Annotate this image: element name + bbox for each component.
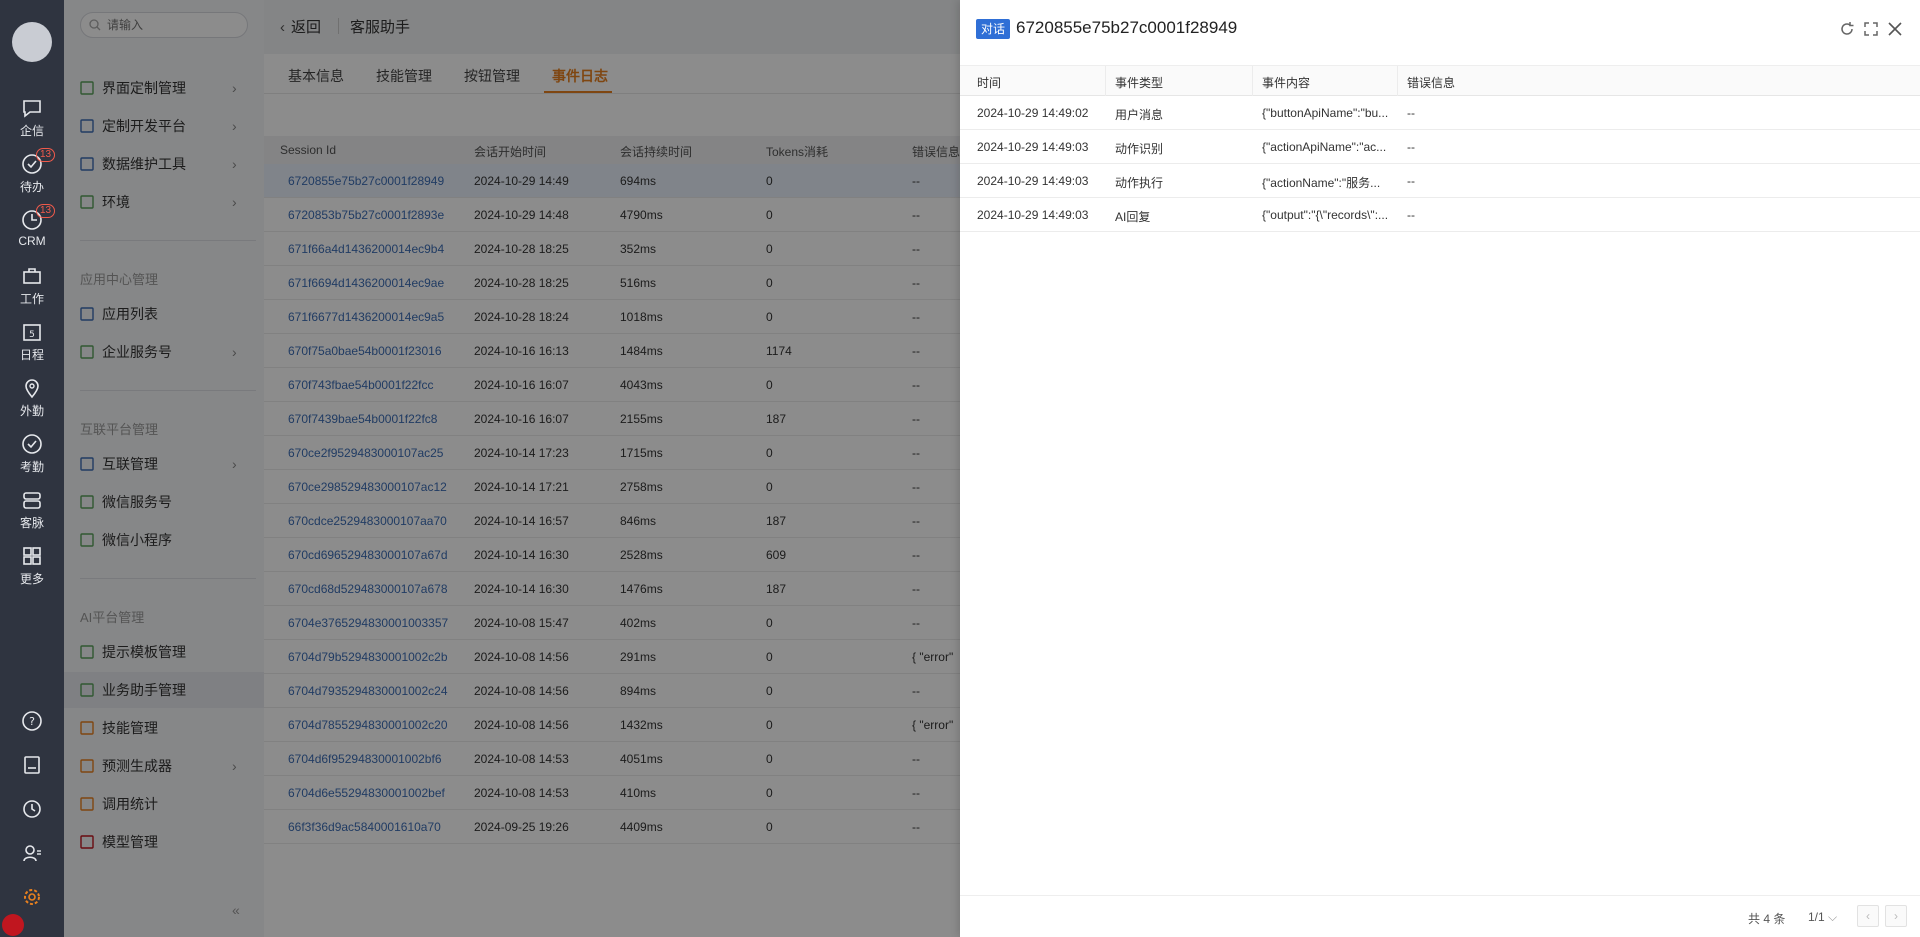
event-row[interactable]: 2024-10-29 14:49:03 AI回复 {"output":"{\"rec…	[960, 198, 1920, 232]
table-cell: AI回复	[1115, 210, 1151, 224]
table-cell: {"actionName":"服务...	[1262, 176, 1381, 190]
rail-item-label: 企信	[19, 124, 44, 138]
help-icon[interactable]: ?	[0, 704, 64, 740]
check-badge-icon	[22, 434, 42, 454]
rail-item[interactable]: 企信	[0, 96, 64, 148]
svg-text:?: ?	[29, 715, 35, 728]
conversation-drawer: 对话 6720855e75b27c0001f28949 时间 事件类型 事件内容…	[960, 0, 1920, 937]
table-cell: 用户消息	[1115, 108, 1164, 122]
rail-item[interactable]: 外勤	[0, 376, 64, 428]
prev-page-button[interactable]: ‹	[1857, 905, 1879, 927]
history-clock-icon[interactable]	[0, 792, 64, 828]
column-header: 错误信息	[1407, 76, 1456, 90]
avatar[interactable]	[12, 22, 52, 62]
chevron-down-icon: ⌵	[1828, 910, 1838, 924]
close-icon[interactable]	[1886, 20, 1904, 38]
table-cell: --	[1407, 208, 1415, 222]
count-badge: 13	[36, 204, 56, 218]
table-cell: 2024-10-29 14:49:03	[977, 208, 1089, 222]
column-header: 事件类型	[1115, 76, 1164, 90]
conversation-tag: 对话	[976, 19, 1011, 39]
table-cell: {"actionApiName":"ac...	[1262, 140, 1387, 154]
modal-mask[interactable]	[64, 0, 960, 937]
table-cell: 2024-10-29 14:49:03	[977, 174, 1089, 188]
rail-item[interactable]: 客脉	[0, 488, 64, 540]
table-cell: 2024-10-29 14:49:03	[977, 140, 1089, 154]
rail-item[interactable]: 更多	[0, 544, 64, 596]
status-dot	[2, 914, 24, 936]
drawer-header: 对话 6720855e75b27c0001f28949	[960, 0, 1920, 66]
table-cell: {"output":"{\"records\":...	[1262, 208, 1389, 222]
column-divider[interactable]	[1105, 66, 1106, 96]
rail-item[interactable]: 待办 13	[0, 148, 64, 204]
table-cell: 动作识别	[1115, 142, 1164, 156]
total-count: 共 4 条	[1748, 912, 1786, 926]
fullscreen-icon[interactable]	[1862, 20, 1880, 38]
rail-item-label: 日程	[19, 348, 44, 362]
event-table-header: 时间 事件类型 事件内容 错误信息	[960, 66, 1920, 96]
table-cell: --	[1407, 106, 1415, 120]
rail-item[interactable]: CRM 13	[0, 204, 64, 260]
page-indicator: 1/1	[1808, 910, 1825, 924]
rail-item-label: 待办	[19, 180, 44, 194]
user-list-icon[interactable]	[0, 836, 64, 872]
settings-gear-icon[interactable]	[0, 880, 64, 916]
svg-text:5: 5	[29, 330, 35, 340]
event-row[interactable]: 2024-10-29 14:49:03 动作识别 {"actionApiName":…	[960, 130, 1920, 164]
rail-item-label: 外勤	[19, 404, 44, 418]
table-cell: --	[1407, 174, 1415, 188]
rail-item[interactable]: 5 日程	[0, 320, 64, 372]
page-selector[interactable]: 1/1 ⌵	[1808, 910, 1837, 925]
column-header: 时间	[977, 76, 1002, 90]
chat-bubble-icon	[23, 100, 41, 118]
grid-icon	[23, 547, 41, 565]
count-badge: 13	[36, 148, 56, 162]
calendar-icon: 5	[23, 324, 41, 341]
table-cell: 2024-10-29 14:49:02	[977, 106, 1089, 120]
drawer-title: 6720855e75b27c0001f28949	[1016, 18, 1238, 37]
event-row[interactable]: 2024-10-29 14:49:02 用户消息 {"buttonApiName":…	[960, 96, 1920, 130]
rail-item[interactable]: 工作	[0, 264, 64, 316]
column-header: 事件内容	[1262, 76, 1311, 90]
location-pin-icon	[25, 379, 39, 399]
rail-item[interactable]: 考勤	[0, 432, 64, 484]
pagination-bar: 共 4 条 1/1 ⌵ ‹ ›	[960, 895, 1920, 937]
rail-item-label: 客脉	[19, 516, 44, 530]
contacts-icon	[23, 492, 41, 509]
event-row[interactable]: 2024-10-29 14:49:03 动作执行 {"actionName":"服务…	[960, 164, 1920, 198]
notebook-icon[interactable]	[0, 748, 64, 784]
column-divider[interactable]	[1252, 66, 1253, 96]
table-cell: --	[1407, 140, 1415, 154]
table-cell: {"buttonApiName":"bu...	[1262, 106, 1389, 120]
rail-item-label: 更多	[19, 572, 44, 586]
rail-item-label: CRM	[18, 234, 46, 248]
left-rail: 企信待办 13 CRM 13 工作 5 日程外勤考勤客脉更多 ?	[0, 0, 64, 937]
refresh-icon[interactable]	[1838, 20, 1856, 38]
table-cell: 动作执行	[1115, 176, 1164, 190]
briefcase-icon	[23, 268, 41, 284]
rail-item-label: 工作	[19, 292, 44, 306]
next-page-button[interactable]: ›	[1885, 905, 1907, 927]
rail-item-label: 考勤	[19, 460, 44, 474]
column-divider[interactable]	[1397, 66, 1398, 96]
